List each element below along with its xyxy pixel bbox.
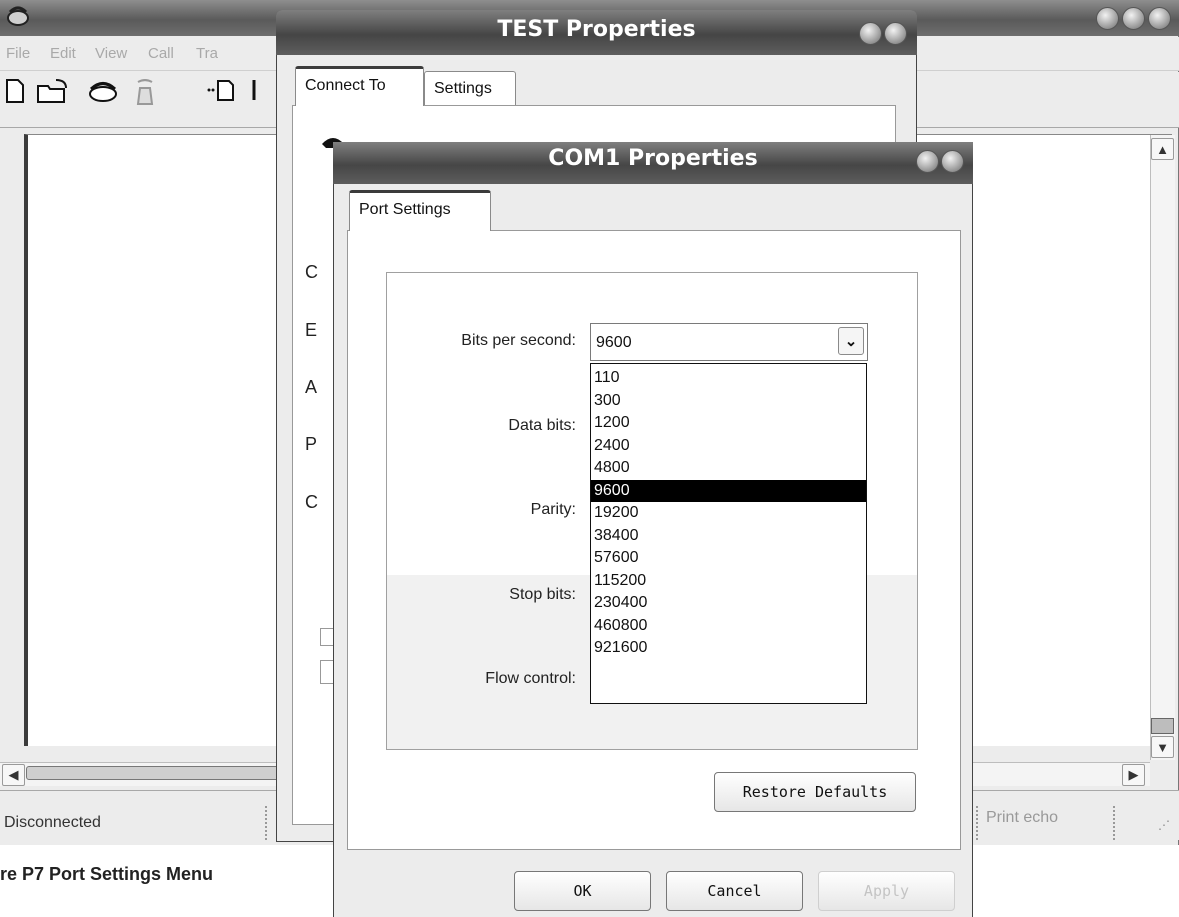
connect-phone-icon[interactable] — [86, 78, 120, 104]
test-dialog-help-button[interactable] — [859, 22, 882, 45]
bits-per-second-select[interactable]: 9600 — [590, 323, 868, 361]
connection-status: Disconnected — [4, 814, 101, 831]
menu-edit[interactable]: Edit — [50, 45, 76, 62]
flow-control-label: Flow control: — [485, 670, 576, 687]
menu-view[interactable]: View — [95, 45, 127, 62]
chevron-down-icon[interactable]: ⌄ — [838, 327, 864, 355]
print-echo-status: Print echo — [986, 809, 1059, 826]
close-button[interactable] — [1148, 7, 1171, 30]
label-fragment: C — [305, 262, 318, 282]
data-bits-label: Data bits: — [508, 417, 576, 434]
com1-dialog-help-button[interactable] — [916, 150, 939, 173]
label-fragment: A — [305, 377, 318, 397]
menu-call[interactable]: Call — [148, 45, 174, 62]
tab-port-settings[interactable]: Port Settings — [349, 190, 491, 231]
dropdown-option[interactable]: 230400 — [591, 592, 866, 615]
label-fragment: E — [305, 320, 318, 340]
dropdown-option[interactable]: 2400 — [591, 435, 866, 458]
new-file-icon[interactable] — [4, 78, 26, 104]
tab-settings[interactable]: Settings — [424, 71, 516, 105]
com1-dialog-title: COM1 Properties — [548, 146, 758, 171]
send-file-icon[interactable] — [205, 78, 239, 104]
stop-bits-label: Stop bits: — [509, 586, 576, 603]
status-separator — [1113, 806, 1115, 840]
scroll-right-icon[interactable]: ▶ — [1122, 764, 1145, 786]
horizontal-scroll-thumb[interactable] — [26, 766, 286, 780]
apply-button[interactable]: Apply — [818, 871, 955, 911]
tab-connect-to[interactable]: Connect To — [295, 66, 424, 106]
phone-app-icon — [7, 6, 29, 26]
dropdown-option[interactable]: 300 — [591, 390, 866, 413]
figure-caption: re P7 Port Settings Menu — [0, 864, 214, 884]
dropdown-option[interactable]: 4800 — [591, 457, 866, 480]
dropdown-option[interactable]: 19200 — [591, 502, 866, 525]
minimize-button[interactable] — [1096, 7, 1119, 30]
disconnect-phone-icon[interactable] — [130, 78, 160, 108]
resize-grip-icon[interactable]: ⋰ — [1158, 818, 1170, 832]
open-folder-icon[interactable] — [36, 78, 70, 104]
com1-dialog-close-button[interactable] — [941, 150, 964, 173]
status-separator — [976, 806, 978, 840]
maximize-button[interactable] — [1122, 7, 1145, 30]
label-fragment: C — [305, 492, 318, 512]
label-fragment: P — [305, 434, 318, 454]
dropdown-option[interactable]: 38400 — [591, 525, 866, 548]
menu-transfer[interactable]: Tra — [196, 45, 218, 62]
bits-per-second-label: Bits per second: — [461, 332, 576, 349]
status-separator — [265, 806, 267, 840]
ok-button[interactable]: OK — [514, 871, 651, 911]
vertical-scrollbar[interactable] — [1150, 135, 1175, 760]
scroll-left-icon[interactable]: ◀ — [2, 764, 25, 786]
restore-defaults-button[interactable]: Restore Defaults — [714, 772, 916, 812]
test-dialog-title: TEST Properties — [497, 17, 696, 42]
scroll-up-icon[interactable]: ▲ — [1151, 138, 1174, 160]
parity-label: Parity: — [530, 501, 576, 518]
checkbox[interactable] — [320, 628, 334, 646]
checkbox[interactable] — [320, 660, 334, 684]
vertical-scroll-thumb[interactable] — [1151, 718, 1174, 734]
scroll-down-icon[interactable]: ▼ — [1151, 736, 1174, 758]
test-dialog-close-button[interactable] — [884, 22, 907, 45]
dropdown-option[interactable]: 115200 — [591, 570, 866, 593]
cancel-button[interactable]: Cancel — [666, 871, 803, 911]
menu-file[interactable]: File — [6, 45, 30, 62]
dropdown-option[interactable]: 921600 — [591, 637, 866, 660]
dropdown-option[interactable]: 110 — [591, 367, 866, 390]
dropdown-option[interactable]: 9600 — [591, 479, 866, 502]
dropdown-option[interactable]: 1200 — [591, 412, 866, 435]
dropdown-option[interactable]: 460800 — [591, 615, 866, 638]
dropdown-option[interactable]: 57600 — [591, 547, 866, 570]
bits-per-second-dropdown-list[interactable]: 110 300 1200 2400 4800 9600 19200 38400 … — [590, 363, 867, 704]
receive-file-icon[interactable] — [248, 78, 274, 104]
